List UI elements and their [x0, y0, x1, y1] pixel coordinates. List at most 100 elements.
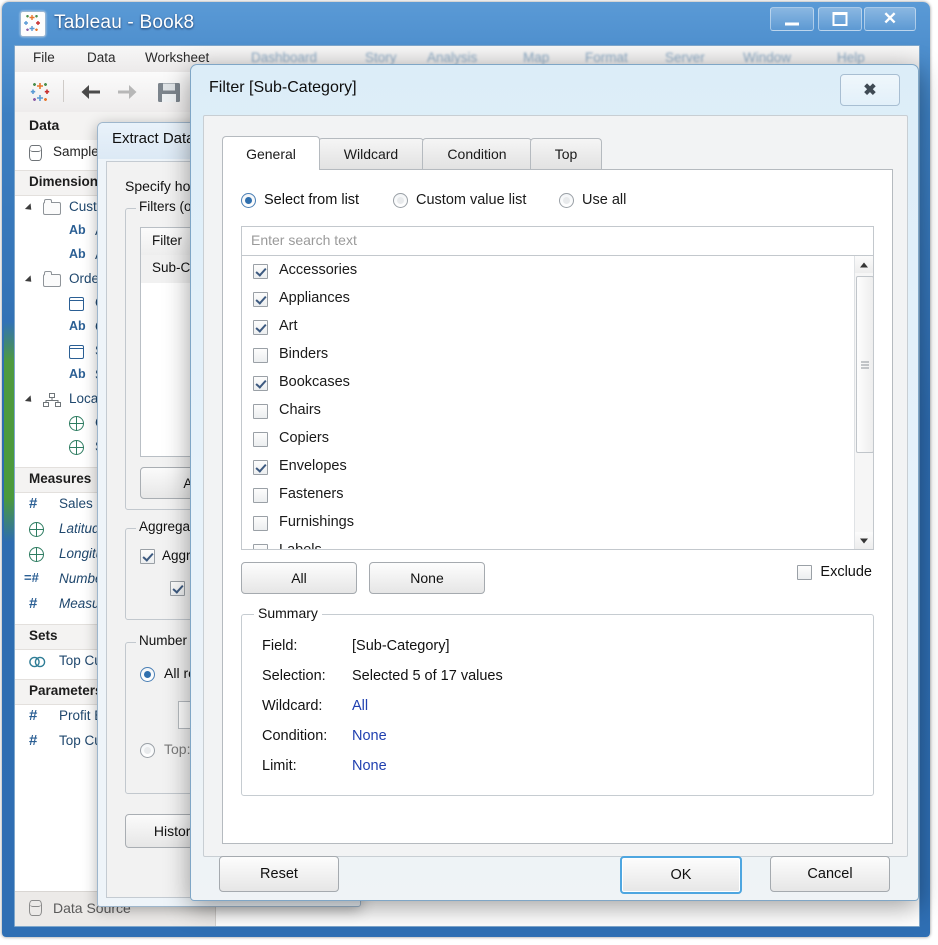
menu-format[interactable]: Format — [585, 50, 628, 65]
folder-icon — [43, 199, 61, 215]
value-label: Labels — [279, 542, 322, 550]
summary-row-wildcard: Wildcard: All — [242, 693, 873, 723]
list-item[interactable]: Envelopes — [242, 454, 873, 482]
expand-triangle-icon[interactable] — [24, 395, 35, 405]
value-label: Accessories — [279, 262, 358, 278]
extract-dialog-title: Extract Data — [112, 130, 195, 147]
parameters-label: Parameters — [29, 683, 103, 698]
tab-condition[interactable]: Condition — [422, 138, 532, 169]
value-checkbox[interactable] — [253, 432, 268, 447]
exclude-option[interactable]: Exclude — [797, 564, 872, 580]
menu-server[interactable]: Server — [665, 50, 705, 65]
value-label: Envelopes — [279, 458, 347, 474]
tab-top[interactable]: Top — [530, 138, 602, 169]
summary-value[interactable]: None — [352, 728, 387, 744]
back-arrow-icon[interactable] — [78, 81, 104, 103]
radio-indicator[interactable] — [393, 192, 408, 208]
list-item[interactable]: Binders — [242, 342, 873, 370]
summary-row-limit: Limit: None — [242, 753, 873, 783]
value-label: Bookcases — [279, 374, 350, 390]
abc-icon: Ab — [69, 247, 86, 261]
summary-row-condition: Condition: None — [242, 723, 873, 753]
menu-dashboard[interactable]: Dashboard — [251, 50, 317, 65]
maximize-button[interactable] — [818, 7, 862, 31]
list-item[interactable]: Labels — [242, 538, 873, 550]
list-item[interactable]: Copiers — [242, 426, 873, 454]
value-checkbox[interactable] — [253, 516, 268, 531]
radio-indicator[interactable] — [559, 192, 574, 208]
filter-value-list[interactable]: Accessories Appliances Art Binders Bookc… — [241, 256, 874, 550]
radio-indicator[interactable] — [241, 192, 256, 208]
extract-aggregate-checkbox[interactable] — [140, 549, 155, 564]
menu-analysis[interactable]: Analysis — [427, 50, 477, 65]
ok-button[interactable]: OK — [620, 856, 742, 894]
value-checkbox[interactable] — [253, 292, 268, 307]
value-checkbox[interactable] — [253, 404, 268, 419]
summary-value[interactable]: All — [352, 698, 368, 714]
value-checkbox[interactable] — [253, 264, 268, 279]
toolbar-separator — [63, 80, 64, 102]
value-label: Binders — [279, 346, 329, 362]
data-source-icon — [29, 145, 42, 161]
value-checkbox[interactable] — [253, 460, 268, 475]
globe-icon — [69, 440, 84, 455]
summary-group: Summary Field: [Sub-Category] Selection:… — [241, 605, 874, 796]
menu-file[interactable]: File — [33, 50, 55, 65]
forward-arrow-icon[interactable] — [114, 81, 140, 103]
list-item[interactable]: Bookcases — [242, 370, 873, 398]
globe-icon — [69, 416, 84, 431]
value-checkbox[interactable] — [253, 376, 268, 391]
value-checkbox[interactable] — [253, 348, 268, 363]
extract-rollup-checkbox[interactable] — [170, 581, 185, 596]
cancel-button[interactable]: Cancel — [770, 856, 890, 892]
reset-button[interactable]: Reset — [219, 856, 339, 892]
close-button[interactable]: ✕ — [864, 7, 916, 31]
tableau-logo-icon — [20, 11, 46, 37]
minimize-button[interactable] — [770, 7, 814, 31]
value-list-scrollbar[interactable] — [854, 256, 873, 549]
save-disk-icon[interactable] — [157, 82, 181, 103]
scroll-down-icon[interactable] — [855, 532, 873, 549]
exclude-checkbox[interactable] — [797, 564, 813, 580]
expand-triangle-icon[interactable] — [24, 203, 35, 213]
menu-help[interactable]: Help — [837, 50, 865, 65]
search-input[interactable]: Enter search text — [241, 226, 874, 256]
menu-window[interactable]: Window — [743, 50, 791, 65]
menu-map[interactable]: Map — [523, 50, 549, 65]
scroll-up-icon[interactable] — [855, 256, 873, 273]
list-item[interactable]: Chairs — [242, 398, 873, 426]
summary-value[interactable]: None — [352, 758, 387, 774]
calendar-icon — [69, 345, 84, 359]
extract-top-radio[interactable] — [140, 743, 155, 758]
search-placeholder: Enter search text — [251, 232, 357, 248]
tab-general[interactable]: General — [222, 136, 320, 170]
value-label: Chairs — [279, 402, 321, 418]
value-checkbox[interactable] — [253, 320, 268, 335]
select-all-button[interactable]: All — [241, 562, 357, 594]
select-none-button[interactable]: None — [369, 562, 485, 594]
number-icon: # — [29, 495, 38, 512]
menu-data[interactable]: Data — [87, 50, 116, 65]
scrollbar-thumb[interactable] — [856, 276, 873, 453]
filter-dialog-panel: General Wildcard Condition Top Select fr… — [203, 115, 908, 857]
menu-worksheet[interactable]: Worksheet — [145, 50, 209, 65]
summary-key: Condition: — [262, 728, 328, 744]
value-checkbox[interactable] — [253, 544, 268, 549]
extract-all-rows-radio[interactable] — [140, 667, 155, 682]
filter-dialog-close-button[interactable]: ✖ — [840, 74, 900, 106]
menu-story[interactable]: Story — [365, 50, 397, 65]
list-item[interactable]: Accessories — [242, 258, 873, 286]
radio-custom-value-list[interactable]: Custom value list — [393, 192, 526, 208]
list-item[interactable]: Appliances — [242, 286, 873, 314]
radio-select-from-list[interactable]: Select from list — [241, 192, 359, 208]
list-item[interactable]: Furnishings — [242, 510, 873, 538]
summary-row-field: Field: [Sub-Category] — [242, 633, 873, 663]
value-checkbox[interactable] — [253, 488, 268, 503]
list-item[interactable]: Fasteners — [242, 482, 873, 510]
window-edge-accent — [4, 322, 14, 542]
radio-use-all[interactable]: Use all — [559, 192, 626, 208]
tab-wildcard[interactable]: Wildcard — [318, 138, 424, 169]
list-item[interactable]: Art — [242, 314, 873, 342]
expand-triangle-icon[interactable] — [24, 275, 35, 285]
dimensions-label: Dimensions — [29, 174, 106, 189]
